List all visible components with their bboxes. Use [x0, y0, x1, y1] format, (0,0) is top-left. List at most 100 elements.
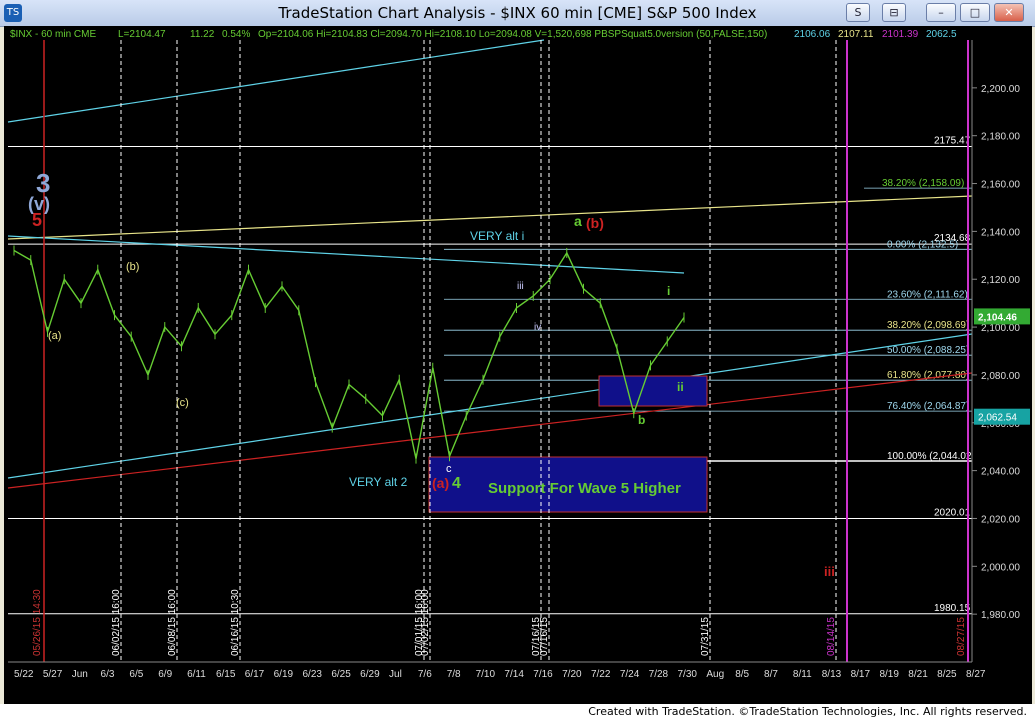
fib-level-label: 0.00% (2,132.5): [887, 239, 958, 250]
x-tick-label: 8/7: [764, 669, 778, 680]
x-tick-label: Jul: [389, 669, 402, 680]
date-vertical-label: 06/08/15 16:00: [167, 589, 178, 656]
menu-button[interactable]: ⊟: [882, 3, 906, 22]
x-tick-label: 7/8: [447, 669, 461, 680]
x-tick-label: 8/19: [879, 669, 899, 680]
fib-level-label: 61.80% (2,077.80): [887, 370, 969, 381]
y-tick-label: 2,100.00: [981, 323, 1020, 334]
y-tick-label: 2,160.00: [981, 180, 1020, 191]
price-chart[interactable]: 2175.472134.682020.011980.1538.20% (2,15…: [4, 26, 1032, 706]
close-button[interactable]: ✕: [994, 3, 1024, 22]
wave-annotation: iii: [517, 281, 524, 292]
y-tick-label: 2,140.00: [981, 227, 1020, 238]
header-info-text: 2101.39: [882, 29, 919, 40]
wave-annotation: a: [574, 213, 582, 229]
last-price-label: 2,104.46: [978, 312, 1017, 323]
x-tick-label: 6/9: [158, 669, 172, 680]
wave-annotation: (b): [586, 215, 604, 231]
wave-annotation: (a): [432, 475, 449, 491]
date-vertical-label: 08/27/15: [956, 617, 967, 656]
date-vertical-label: 07/31/15: [700, 617, 711, 656]
fib-level-label: 76.40% (2,064.87): [887, 401, 969, 412]
x-tick-label: 7/22: [591, 669, 611, 680]
x-tick-label: 5/27: [43, 669, 63, 680]
x-tick-label: 7/16: [533, 669, 553, 680]
y-tick-label: 2,200.00: [981, 84, 1020, 95]
x-tick-label: 7/30: [678, 669, 698, 680]
header-info-text: 0.54%: [222, 29, 250, 40]
x-tick-label: 8/5: [735, 669, 749, 680]
wave-annotation: c: [446, 463, 452, 475]
chart-area[interactable]: 2175.47 2134.68 2020.01 1980.15 38.20% (2,15…: [4, 26, 1032, 706]
wave-annotation: i: [667, 284, 670, 298]
y-tick-label: 2,180.00: [981, 132, 1020, 143]
header-info-text: 2106.06: [794, 29, 831, 40]
x-tick-label: 7/6: [418, 669, 432, 680]
wave-annotation: 4: [452, 475, 461, 492]
x-tick-label: 8/13: [822, 669, 842, 680]
minimize-button[interactable]: –: [926, 3, 956, 22]
footer: Created with TradeStation. ©TradeStation…: [0, 704, 1035, 720]
fib-level-label: 23.60% (2,111.62): [887, 289, 968, 300]
x-tick-label: 6/15: [216, 669, 236, 680]
x-tick-label: 6/11: [187, 669, 206, 680]
x-tick-label: Jun: [72, 669, 88, 680]
x-tick-label: 6/19: [274, 669, 294, 680]
wave-ii-zone-box[interactable]: [598, 375, 708, 407]
header-info-text: L=2104.47: [118, 29, 166, 40]
x-tick-label: 8/17: [851, 669, 871, 680]
price-level-label: 2175.47: [934, 136, 971, 147]
header-info-text: 2107.11: [838, 29, 874, 40]
fib-level-label: 100.00% (2,044.02): [887, 451, 975, 462]
support-label: Support For Wave 5 Higher: [488, 480, 681, 497]
x-tick-label: 5/22: [14, 669, 34, 680]
chart-background: [4, 26, 1032, 706]
x-tick-label: 8/11: [793, 669, 812, 680]
x-tick-label: 6/5: [129, 669, 143, 680]
title-bar: TS TradeStation Chart Analysis - $INX 60…: [0, 0, 1035, 27]
x-tick-label: 7/20: [562, 669, 582, 680]
wave-annotation: b: [638, 413, 645, 427]
date-vertical-label: 06/02/15 16:00: [111, 589, 122, 656]
x-tick-label: 8/25: [937, 669, 957, 680]
y-tick-label: 1,980.00: [981, 610, 1020, 621]
x-tick-label: 8/27: [966, 669, 986, 680]
fib-level-label: 50.00% (2,088.25): [887, 345, 969, 356]
wave-annotation: (c): [176, 397, 189, 409]
wave-annotation: VERY alt 2: [349, 475, 408, 489]
x-tick-label: 6/25: [331, 669, 351, 680]
wave-annotation: iv: [534, 322, 541, 333]
copyright-text: Created with TradeStation. ©TradeStation…: [588, 705, 1027, 718]
price-level-label: 2020.01: [934, 507, 971, 518]
x-tick-label: 7/10: [476, 669, 496, 680]
header-info-text: 2062.5: [926, 29, 957, 40]
x-tick-label: 8/21: [908, 669, 928, 680]
secondary-price-label: 2,062.54: [978, 413, 1017, 424]
wave-annotation: (a): [48, 330, 61, 342]
x-tick-label: Aug: [706, 669, 724, 680]
date-vertical-label: 07/02/15 16:00: [420, 589, 431, 656]
y-tick-label: 2,000.00: [981, 562, 1020, 573]
x-tick-label: 7/14: [504, 669, 524, 680]
y-tick-label: 2,120.00: [981, 275, 1020, 286]
price-level-label: 1980.15: [934, 603, 971, 614]
header-info-text: 11.22: [190, 29, 215, 40]
y-tick-label: 2,080.00: [981, 371, 1020, 382]
y-tick-label: 2,020.00: [981, 514, 1020, 525]
x-tick-label: 6/17: [245, 669, 265, 680]
x-tick-label: 6/29: [360, 669, 380, 680]
maximize-button[interactable]: □: [960, 3, 990, 22]
y-tick-label: 2,040.00: [981, 467, 1020, 478]
header-info-text: $INX - 60 min CME: [10, 29, 96, 40]
fib-level-label: 38.20% (2,158.09): [882, 178, 964, 189]
date-vertical-label: 05/26/15 14:30: [32, 589, 43, 656]
header-info-text: Op=2104.06 Hi=2104.83 Cl=2094.70 Hi=2108…: [258, 29, 767, 40]
date-vertical-label: 06/16/15 10:30: [230, 589, 241, 656]
wave-annotation: VERY alt i: [470, 229, 524, 243]
wave-annotation: ii: [677, 380, 684, 394]
x-tick-label: 7/28: [649, 669, 669, 680]
date-vertical-label: 08/14/15: [826, 617, 837, 656]
fib-level-label: 38.20% (2,098.69): [887, 320, 969, 331]
x-tick-label: 7/24: [620, 669, 640, 680]
symbol-link-button[interactable]: S: [846, 3, 870, 22]
